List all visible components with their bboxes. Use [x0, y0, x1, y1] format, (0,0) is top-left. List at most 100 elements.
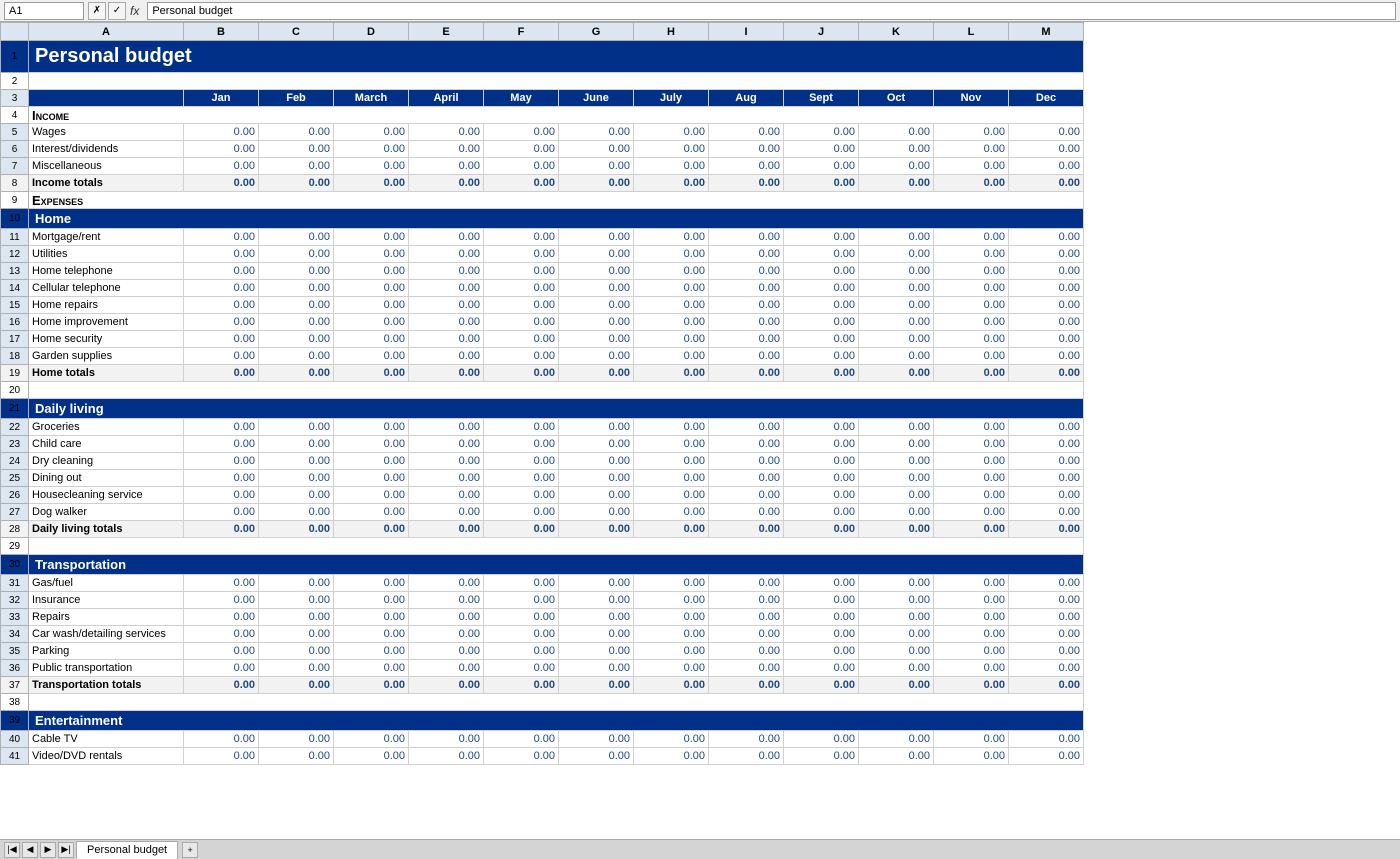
col-header-F[interactable]: F: [484, 23, 559, 41]
month-sept[interactable]: Sept: [784, 90, 859, 107]
misc-june[interactable]: 0.00: [559, 158, 634, 175]
row-num-3[interactable]: 3: [1, 90, 29, 107]
spreadsheet-title[interactable]: Personal budget: [29, 41, 1084, 73]
cell-reference-box[interactable]: [4, 2, 84, 20]
income-total-may[interactable]: 0.00: [484, 175, 559, 192]
income-total-nov[interactable]: 0.00: [934, 175, 1009, 192]
interest-aug[interactable]: 0.00: [709, 141, 784, 158]
month-may[interactable]: May: [484, 90, 559, 107]
tab-nav-next[interactable]: ▶: [40, 842, 56, 858]
income-total-april[interactable]: 0.00: [409, 175, 484, 192]
income-total-june[interactable]: 0.00: [559, 175, 634, 192]
income-section-label[interactable]: Income: [29, 107, 1084, 124]
tab-nav-last[interactable]: ▶|: [58, 842, 74, 858]
month-march[interactable]: March: [334, 90, 409, 107]
income-total-jan[interactable]: 0.00: [184, 175, 259, 192]
confirm-formula-button[interactable]: ✓: [108, 2, 126, 20]
daily-living-section-label[interactable]: Daily living: [29, 399, 1084, 419]
month-june[interactable]: June: [559, 90, 634, 107]
sheet-tab-personal-budget[interactable]: Personal budget: [76, 841, 178, 859]
wages-nov[interactable]: 0.00: [934, 124, 1009, 141]
wages-march[interactable]: 0.00: [334, 124, 409, 141]
interest-july[interactable]: 0.00: [634, 141, 709, 158]
col-header-M[interactable]: M: [1009, 23, 1084, 41]
col-header-A[interactable]: A: [29, 23, 184, 41]
income-total-march[interactable]: 0.00: [334, 175, 409, 192]
month-jan[interactable]: Jan: [184, 90, 259, 107]
wages-july[interactable]: 0.00: [634, 124, 709, 141]
misc-label[interactable]: Miscellaneous: [29, 158, 184, 175]
row-num-1[interactable]: 1: [1, 41, 29, 73]
wages-june[interactable]: 0.00: [559, 124, 634, 141]
row-num-2[interactable]: 2: [1, 73, 29, 90]
row-num-4[interactable]: 4: [1, 107, 29, 124]
month-nov[interactable]: Nov: [934, 90, 1009, 107]
misc-dec[interactable]: 0.00: [1009, 158, 1084, 175]
wages-oct[interactable]: 0.00: [859, 124, 934, 141]
col-header-B[interactable]: B: [184, 23, 259, 41]
col-header-H[interactable]: H: [634, 23, 709, 41]
month-oct[interactable]: Oct: [859, 90, 934, 107]
income-total-july[interactable]: 0.00: [634, 175, 709, 192]
wages-aug[interactable]: 0.00: [709, 124, 784, 141]
income-total-feb[interactable]: 0.00: [259, 175, 334, 192]
wages-may[interactable]: 0.00: [484, 124, 559, 141]
mortgage-label[interactable]: Mortgage/rent: [29, 229, 184, 246]
interest-jan[interactable]: 0.00: [184, 141, 259, 158]
month-july[interactable]: July: [634, 90, 709, 107]
misc-sept[interactable]: 0.00: [784, 158, 859, 175]
expenses-section-label[interactable]: Expenses: [29, 192, 1084, 209]
income-total-sept[interactable]: 0.00: [784, 175, 859, 192]
misc-nov[interactable]: 0.00: [934, 158, 1009, 175]
col-header-C[interactable]: C: [259, 23, 334, 41]
transportation-section-label[interactable]: Transportation: [29, 555, 1084, 575]
col-header-E[interactable]: E: [409, 23, 484, 41]
month-aug[interactable]: Aug: [709, 90, 784, 107]
formula-input[interactable]: [147, 2, 1396, 20]
wages-jan[interactable]: 0.00: [184, 124, 259, 141]
misc-july[interactable]: 0.00: [634, 158, 709, 175]
spreadsheet-area[interactable]: A B C D E F G H I J K L M 1 Personal bud…: [0, 22, 1400, 823]
income-total-aug[interactable]: 0.00: [709, 175, 784, 192]
dry-cleaning-label[interactable]: Dry cleaning: [29, 453, 184, 470]
row-num-6[interactable]: 6: [1, 141, 29, 158]
income-total-oct[interactable]: 0.00: [859, 175, 934, 192]
interest-may[interactable]: 0.00: [484, 141, 559, 158]
month-feb[interactable]: Feb: [259, 90, 334, 107]
row-num-9[interactable]: 9: [1, 192, 29, 209]
row-num-10[interactable]: 10: [1, 209, 29, 229]
cancel-formula-button[interactable]: ✗: [88, 2, 106, 20]
misc-feb[interactable]: 0.00: [259, 158, 334, 175]
wages-dec[interactable]: 0.00: [1009, 124, 1084, 141]
misc-jan[interactable]: 0.00: [184, 158, 259, 175]
month-april[interactable]: April: [409, 90, 484, 107]
entertainment-section-label[interactable]: Entertainment: [29, 711, 1084, 731]
row-num-5[interactable]: 5: [1, 124, 29, 141]
interest-june[interactable]: 0.00: [559, 141, 634, 158]
tab-nav-first[interactable]: |◀: [4, 842, 20, 858]
col-header-I[interactable]: I: [709, 23, 784, 41]
misc-march[interactable]: 0.00: [334, 158, 409, 175]
interest-dec[interactable]: 0.00: [1009, 141, 1084, 158]
interest-feb[interactable]: 0.00: [259, 141, 334, 158]
row-num-7[interactable]: 7: [1, 158, 29, 175]
interest-oct[interactable]: 0.00: [859, 141, 934, 158]
col-header-K[interactable]: K: [859, 23, 934, 41]
interest-nov[interactable]: 0.00: [934, 141, 1009, 158]
add-sheet-button[interactable]: +: [182, 842, 198, 858]
income-total-dec[interactable]: 0.00: [1009, 175, 1084, 192]
month-dec[interactable]: Dec: [1009, 90, 1084, 107]
col-header-G[interactable]: G: [559, 23, 634, 41]
col-header-L[interactable]: L: [934, 23, 1009, 41]
tab-nav-prev[interactable]: ◀: [22, 842, 38, 858]
misc-april[interactable]: 0.00: [409, 158, 484, 175]
wages-feb[interactable]: 0.00: [259, 124, 334, 141]
row-num-8[interactable]: 8: [1, 175, 29, 192]
interest-label[interactable]: Interest/dividends: [29, 141, 184, 158]
wages-label[interactable]: Wages: [29, 124, 184, 141]
col-header-D[interactable]: D: [334, 23, 409, 41]
col-header-J[interactable]: J: [784, 23, 859, 41]
misc-may[interactable]: 0.00: [484, 158, 559, 175]
home-section-label[interactable]: Home: [29, 209, 1084, 229]
wages-april[interactable]: 0.00: [409, 124, 484, 141]
